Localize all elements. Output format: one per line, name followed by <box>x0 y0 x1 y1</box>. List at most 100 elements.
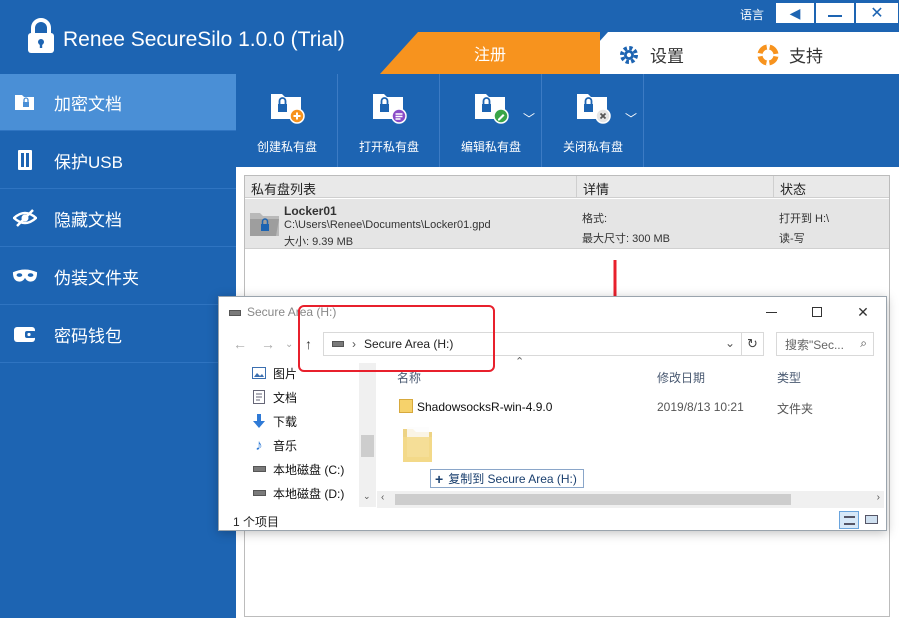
pictures-icon <box>251 366 267 380</box>
column-divider <box>773 176 774 198</box>
toolbar-button-label: 创建私有盘 <box>256 140 317 154</box>
search-icon: ⌕ <box>860 336 867 350</box>
large-icons-view-button[interactable] <box>862 511 882 529</box>
locked-folder-icon <box>250 213 279 236</box>
scroll-right-icon[interactable]: › <box>877 492 880 503</box>
forward-arrow-icon[interactable]: → <box>261 336 275 352</box>
search-placeholder: 搜索"Sec... <box>785 337 844 352</box>
tab-settings-label: 设置 <box>650 47 684 66</box>
tab-register[interactable]: 注册 <box>380 32 600 74</box>
app-title: Renee SecureSilo 1.0.0 (Trial) <box>63 28 345 51</box>
tab-support[interactable]: 支持 <box>757 42 823 67</box>
title-bar: Renee SecureSilo 1.0.0 (Trial) 语言 ◀ ✕ 注册… <box>0 0 899 74</box>
files-horizontal-scrollbar[interactable]: ‹ › <box>377 491 884 508</box>
details-view-icon <box>844 516 855 525</box>
explorer-maximize-button[interactable] <box>794 297 840 327</box>
large-icons-view-icon <box>865 515 878 524</box>
table-row[interactable]: Locker01 C:\Users\Renee\Documents\Locker… <box>245 199 889 249</box>
details-view-button[interactable] <box>839 511 859 529</box>
sidebar-item-label: 伪装文件夹 <box>54 268 139 288</box>
nav-item-music[interactable]: ♪ 音乐 <box>251 435 297 455</box>
toolbar-button-label: 打开私有盘 <box>358 140 419 154</box>
create-disk-button[interactable]: 创建私有盘 <box>236 74 338 167</box>
minimize-icon <box>828 15 842 17</box>
chevron-down-icon[interactable]: ﹀ <box>523 110 535 127</box>
column-header-detail[interactable]: 详情 <box>583 179 609 198</box>
triangle-left-icon: ◀ <box>789 4 801 21</box>
close-button[interactable]: ✕ <box>855 2 899 24</box>
disk-mount-status: 打开到 H:\ <box>779 213 830 225</box>
sidebar-item-protect-usb[interactable]: 保护USB <box>0 132 236 189</box>
language-label[interactable]: 语言 <box>740 6 764 23</box>
chevron-down-icon[interactable]: ﹀ <box>625 110 637 127</box>
open-disk-button[interactable]: 打开私有盘 <box>338 74 440 167</box>
dragged-folder-icon <box>403 427 432 462</box>
nav-item-pictures[interactable]: 图片 <box>251 363 297 383</box>
mask-icon <box>12 264 38 288</box>
drive-icon <box>229 310 241 316</box>
column-header-name[interactable]: 私有盘列表 <box>251 179 316 198</box>
gear-icon <box>620 45 638 64</box>
tab-settings[interactable]: 设置 <box>618 42 684 67</box>
file-type: 文件夹 <box>777 402 814 416</box>
wallet-icon <box>12 322 38 346</box>
scroll-down-icon[interactable]: ⌄ <box>363 491 371 502</box>
search-box[interactable]: 搜索"Sec... ⌕ <box>776 332 874 356</box>
lifebuoy-icon <box>757 44 779 65</box>
minimize-button[interactable] <box>815 2 855 24</box>
nav-scrollbar[interactable]: ⌄ <box>359 363 376 507</box>
sort-up-icon: ⌃ <box>515 356 525 368</box>
sidebar-item-hide-docs[interactable]: 隐藏文档 <box>0 190 236 247</box>
list-header: 私有盘列表 详情 状态 <box>245 176 889 198</box>
back-arrow-icon[interactable]: ← <box>233 336 247 352</box>
chevron-down-icon[interactable]: ⌄ <box>285 339 293 350</box>
nav-item-label: 文档 <box>273 390 298 405</box>
close-disk-button[interactable]: 关闭私有盘 ﹀ <box>542 74 644 167</box>
edit-disk-icon <box>475 94 509 124</box>
file-modified: 2019/8/13 10:21 <box>657 400 744 414</box>
back-button[interactable]: ◀ <box>775 2 815 24</box>
create-disk-icon <box>271 94 305 124</box>
sidebar-item-label: 保护USB <box>54 152 123 172</box>
file-name: ShadowsocksR-win-4.9.0 <box>417 400 553 414</box>
sidebar-item-disguise-folder[interactable]: 伪装文件夹 <box>0 248 236 305</box>
open-disk-icon <box>373 94 407 124</box>
explorer-minimize-button[interactable] <box>748 297 794 327</box>
column-header-type[interactable]: 类型 <box>777 369 801 386</box>
sidebar-item-password-wallet[interactable]: 密码钱包 <box>0 306 236 363</box>
toolbar: 创建私有盘 打开私有盘 编辑私有盘 ﹀ 关闭私有盘 ﹀ <box>236 74 899 167</box>
address-highlight-box <box>298 305 495 372</box>
edit-disk-button[interactable]: 编辑私有盘 ﹀ <box>440 74 542 167</box>
toolbar-button-label: 编辑私有盘 <box>460 140 521 154</box>
column-header-status[interactable]: 状态 <box>780 179 806 198</box>
tab-register-label: 注册 <box>473 47 506 64</box>
close-icon: ✕ <box>857 303 869 320</box>
sidebar-item-label: 密码钱包 <box>54 326 122 346</box>
chevron-down-icon[interactable]: ⌄ <box>725 336 735 350</box>
disk-access-mode: 读-写 <box>779 233 805 245</box>
scrollbar-thumb[interactable] <box>395 494 791 505</box>
nav-item-label: 下载 <box>273 414 298 429</box>
nav-item-documents[interactable]: 文档 <box>251 387 297 407</box>
folder-icon <box>399 399 413 413</box>
nav-item-label: 本地磁盘 (D:) <box>273 486 345 501</box>
sidebar: 加密文档 保护USB 隐藏文档 伪装文件夹 密码钱包 <box>0 74 236 618</box>
download-icon <box>251 414 267 428</box>
minimize-icon <box>765 311 777 313</box>
scroll-left-icon[interactable]: ‹ <box>381 492 384 503</box>
explorer-close-button[interactable]: ✕ <box>840 297 886 327</box>
scrollbar-thumb[interactable] <box>361 435 374 457</box>
drag-tooltip-text: 复制到 Secure Area (H:) <box>448 472 577 486</box>
nav-item-drive-d[interactable]: 本地磁盘 (D:) <box>251 483 344 503</box>
sidebar-item-label: 加密文档 <box>54 94 122 114</box>
file-row[interactable]: ShadowsocksR-win-4.9.0 2019/8/13 10:21 文… <box>397 397 867 417</box>
nav-item-downloads[interactable]: 下载 <box>251 411 297 431</box>
plus-icon: + <box>435 470 444 487</box>
column-header-modified[interactable]: 修改日期 <box>657 369 705 386</box>
navigation-pane: 图片 文档 下载 ♪ 音乐 本地磁盘 (C:) 本地磁盘 (D:) <box>219 363 374 507</box>
close-disk-icon <box>577 94 611 124</box>
refresh-button[interactable]: ↻ <box>742 332 764 356</box>
sidebar-item-encrypt-docs[interactable]: 加密文档 <box>0 74 236 131</box>
nav-item-drive-c[interactable]: 本地磁盘 (C:) <box>251 459 344 479</box>
refresh-icon: ↻ <box>747 336 758 351</box>
